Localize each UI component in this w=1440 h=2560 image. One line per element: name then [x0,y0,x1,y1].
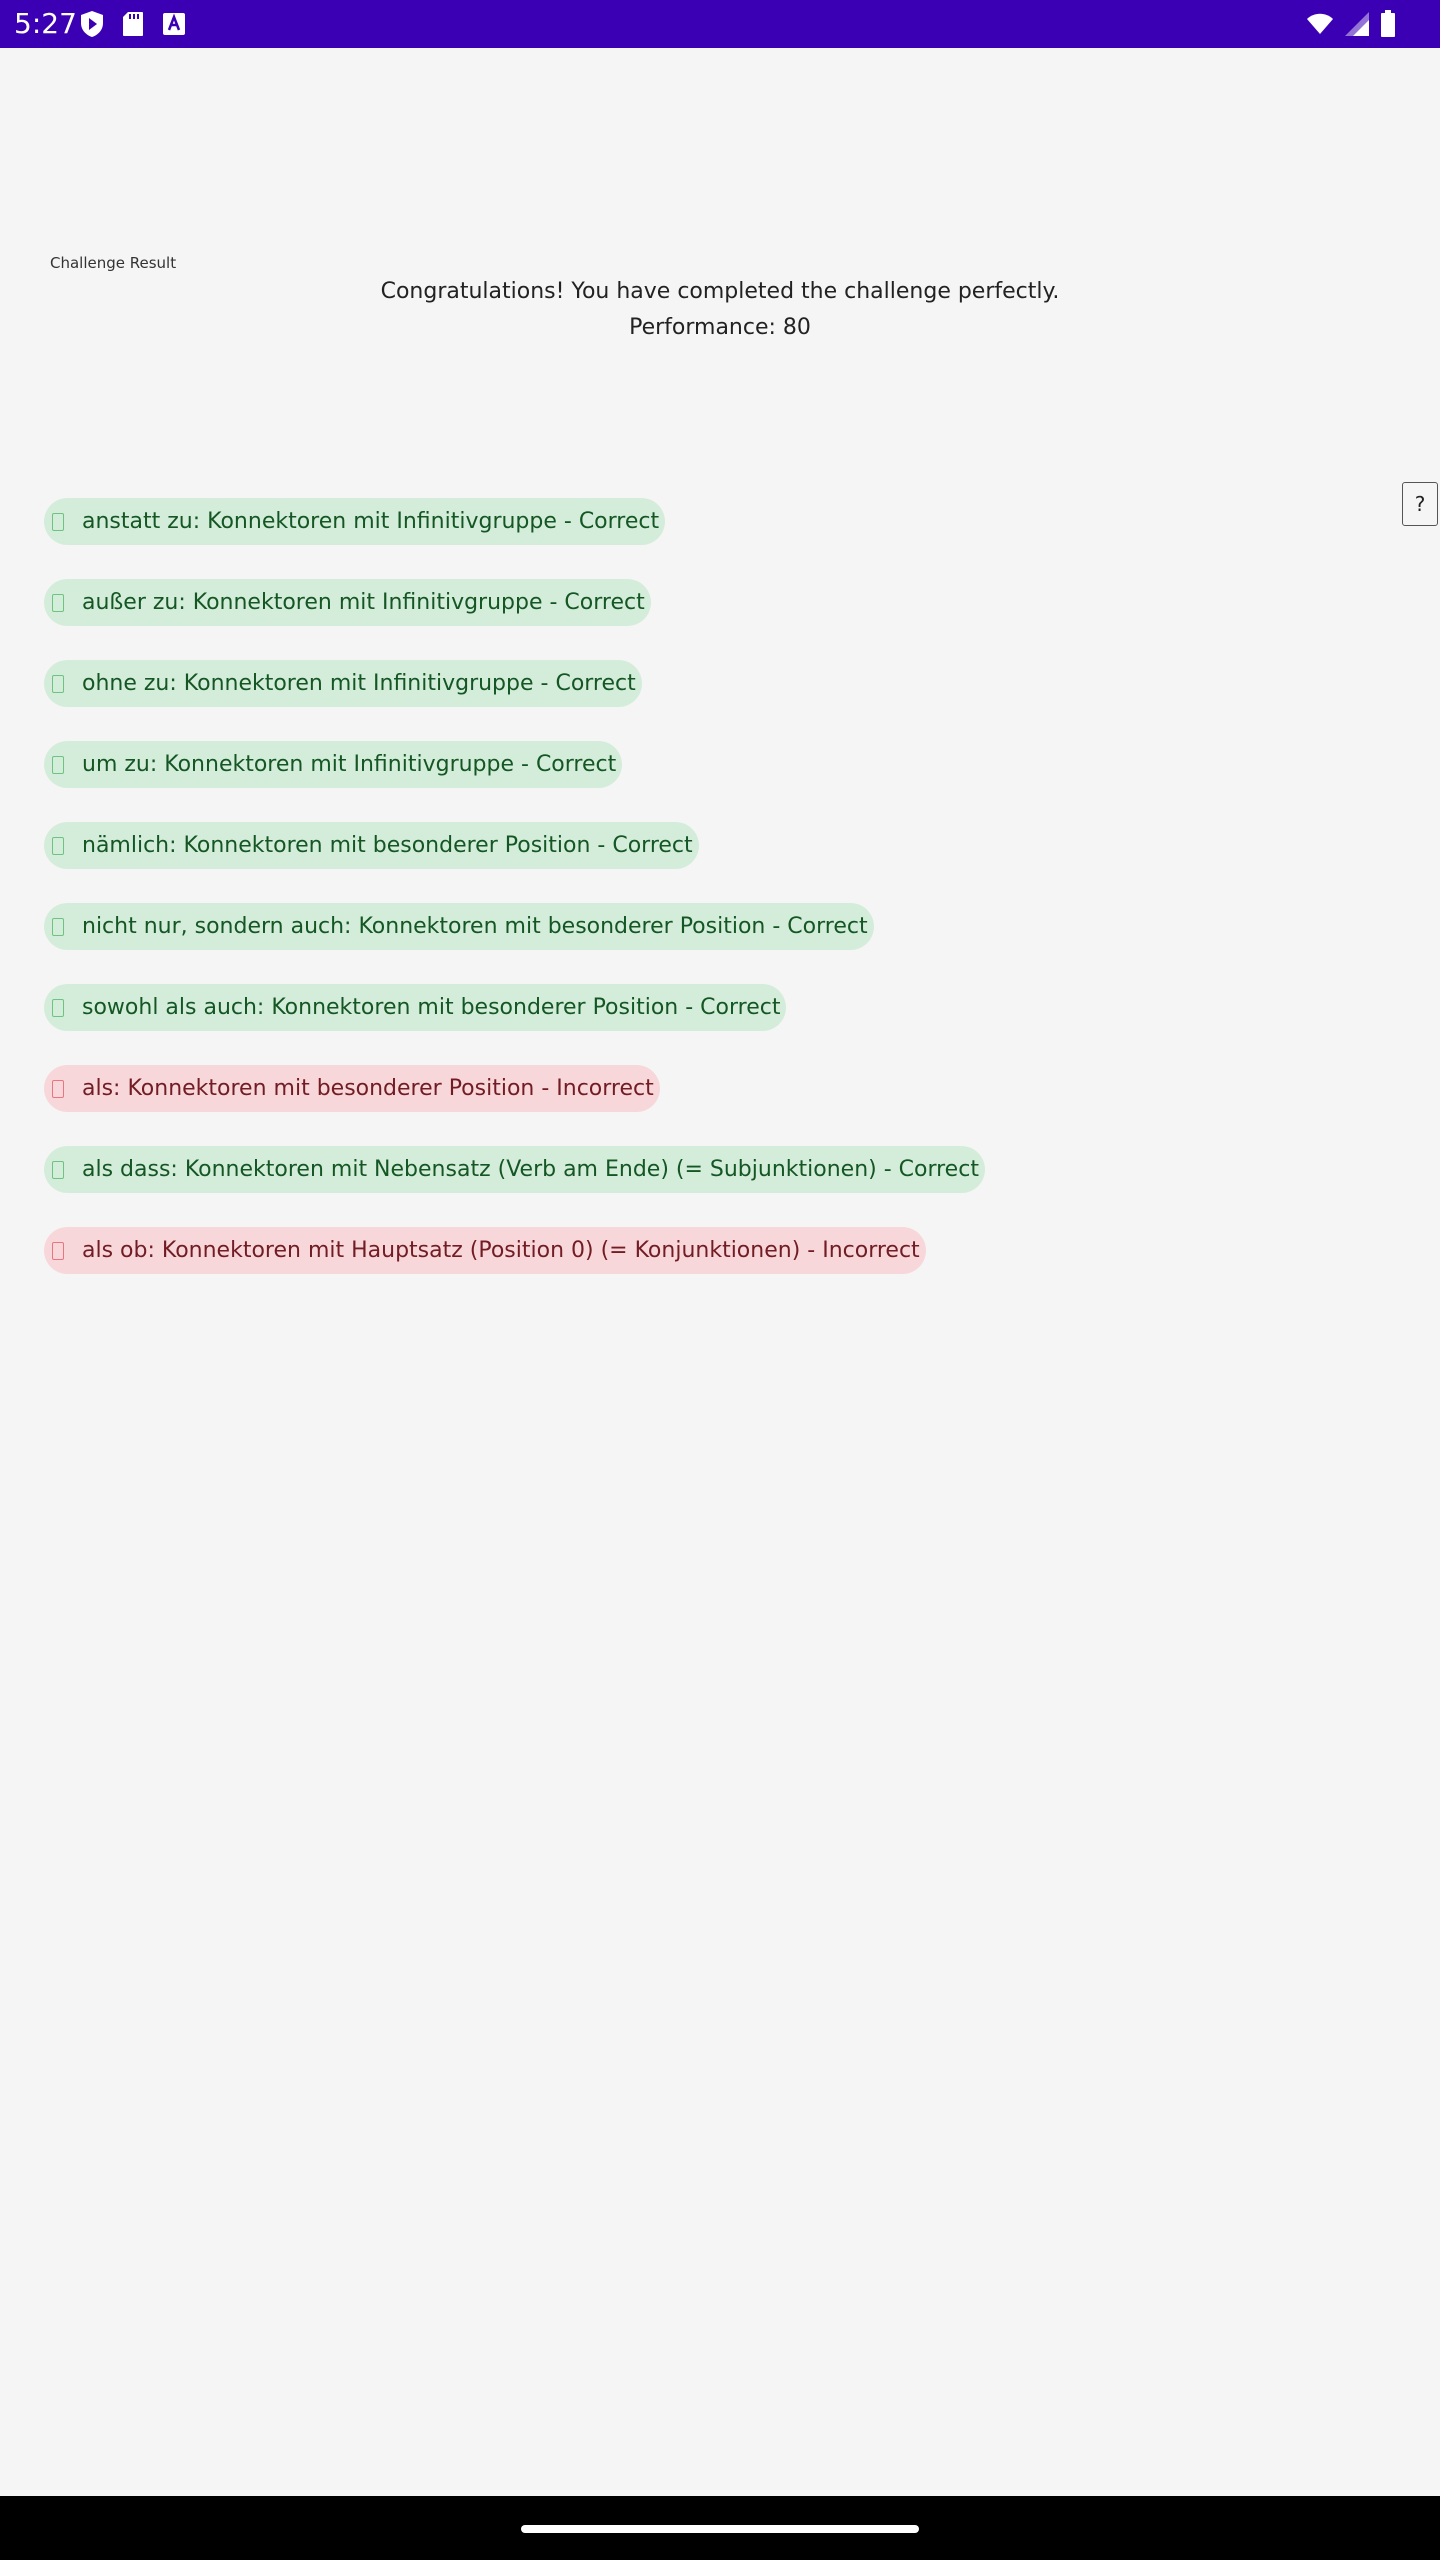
result-item: als ob: Konnektoren mit Hauptsatz (Posit… [44,1227,985,1274]
result-pill-correct: außer zu: Konnektoren mit Infinitivgrupp… [44,579,651,626]
result-item: nämlich: Konnektoren mit besonderer Posi… [44,822,985,869]
help-button[interactable]: ? [1402,482,1438,526]
result-text: als ob: Konnektoren mit Hauptsatz (Posit… [82,1238,920,1263]
result-text: sowohl als auch: Konnektoren mit besonde… [82,995,781,1020]
result-item: ohne zu: Konnektoren mit Infinitivgruppe… [44,660,985,707]
battery-icon [1380,10,1396,38]
result-text: als: Konnektoren mit besonderer Position… [82,1076,654,1101]
result-pill-correct: sowohl als auch: Konnektoren mit besonde… [44,984,787,1031]
keyboard-a-icon [162,12,186,36]
result-pill-correct: anstatt zu: Konnektoren mit Infinitivgru… [44,498,666,545]
check-icon [52,836,64,855]
check-icon [52,1160,64,1179]
check-icon [52,674,64,693]
check-icon [52,512,64,531]
wifi-icon [1306,12,1334,36]
result-pill-correct: ohne zu: Konnektoren mit Infinitivgruppe… [44,660,642,707]
result-item: nicht nur, sondern auch: Konnektoren mit… [44,903,985,950]
result-text: nicht nur, sondern auch: Konnektoren mit… [82,914,868,939]
result-item: anstatt zu: Konnektoren mit Infinitivgru… [44,498,985,545]
status-time: 5:27 [14,7,77,40]
result-item: als: Konnektoren mit besonderer Position… [44,1065,985,1112]
result-pill-correct: als dass: Konnektoren mit Nebensatz (Ver… [44,1146,985,1193]
navigation-bar [0,2496,1440,2560]
status-bar: 5:27 [0,0,1440,48]
check-icon [52,998,64,1017]
cross-icon [52,1079,64,1098]
result-item: als dass: Konnektoren mit Nebensatz (Ver… [44,1146,985,1193]
result-text: ohne zu: Konnektoren mit Infinitivgruppe… [82,671,636,696]
result-text: anstatt zu: Konnektoren mit Infinitivgru… [82,509,660,534]
check-icon [52,755,64,774]
result-item: außer zu: Konnektoren mit Infinitivgrupp… [44,579,985,626]
result-text: außer zu: Konnektoren mit Infinitivgrupp… [82,590,645,615]
result-pill-correct: nicht nur, sondern auch: Konnektoren mit… [44,903,874,950]
cross-icon [52,1241,64,1260]
result-text: um zu: Konnektoren mit Infinitivgruppe -… [82,752,617,777]
result-text: nämlich: Konnektoren mit besonderer Posi… [82,833,693,858]
status-left-icons [80,10,186,38]
check-icon [52,917,64,936]
shield-play-icon [80,10,104,38]
status-right-icons [1306,10,1396,38]
results-list: anstatt zu: Konnektoren mit Infinitivgru… [44,498,985,1308]
challenge-result-label: Challenge Result [50,254,177,272]
congratulations-message: Congratulations! You have completed the … [380,279,1060,304]
result-pill-correct: um zu: Konnektoren mit Infinitivgruppe -… [44,741,623,788]
check-icon [52,593,64,612]
result-text: als dass: Konnektoren mit Nebensatz (Ver… [82,1157,979,1182]
result-item: um zu: Konnektoren mit Infinitivgruppe -… [44,741,985,788]
home-indicator[interactable] [521,2525,919,2533]
sd-card-icon [122,11,144,37]
performance-score: Performance: 80 [629,315,811,340]
result-pill-incorrect: als ob: Konnektoren mit Hauptsatz (Posit… [44,1227,926,1274]
result-item: sowohl als auch: Konnektoren mit besonde… [44,984,985,1031]
result-pill-incorrect: als: Konnektoren mit besonderer Position… [44,1065,660,1112]
result-pill-correct: nämlich: Konnektoren mit besonderer Posi… [44,822,699,869]
signal-icon [1344,11,1370,37]
